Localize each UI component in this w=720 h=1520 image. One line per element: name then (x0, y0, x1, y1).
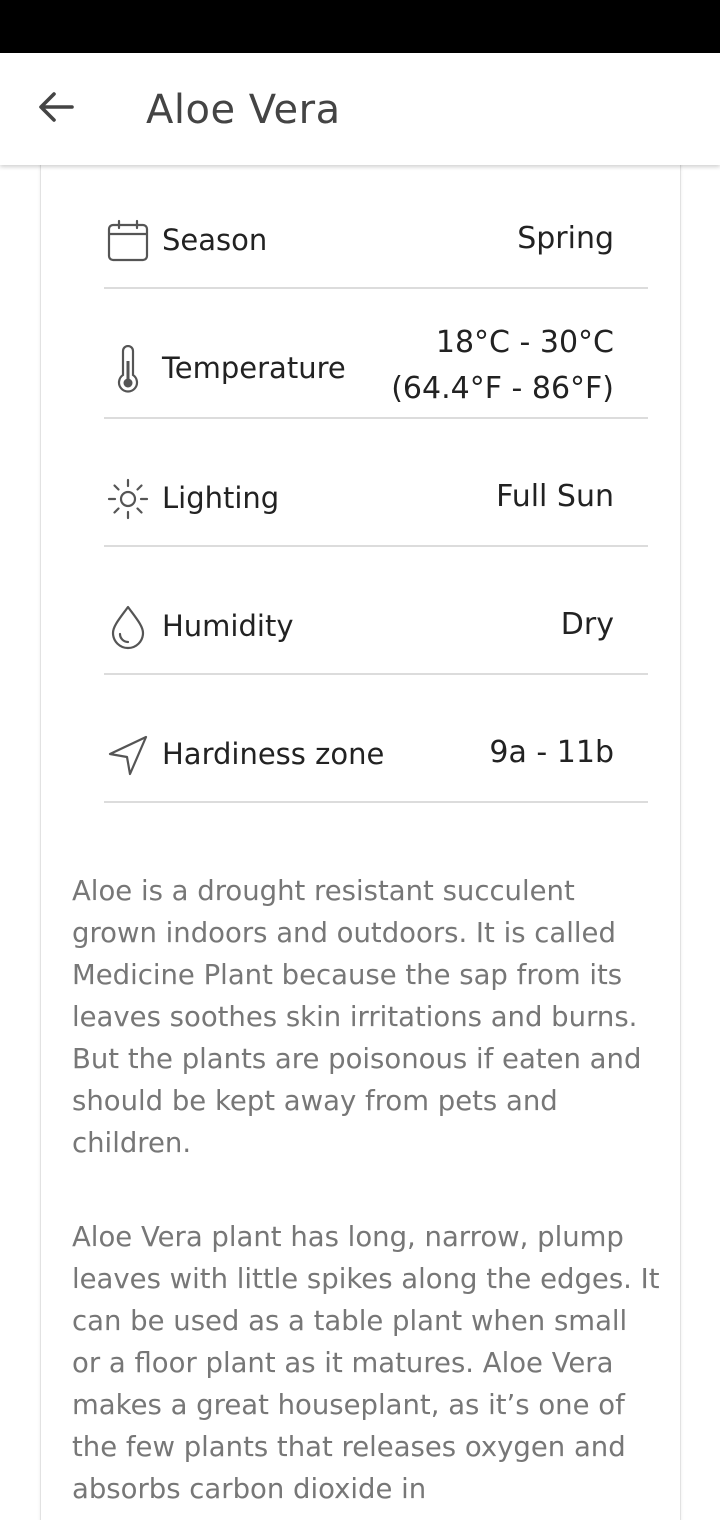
detail-row-season: Season Spring (104, 195, 648, 289)
thermometer-icon (104, 345, 152, 393)
calendar-icon (104, 217, 152, 265)
description-paragraph-2: Aloe Vera plant has long, narrow, plump … (72, 1221, 660, 1505)
arrow-left-icon (36, 87, 76, 132)
app-bar: Aloe Vera (0, 53, 720, 165)
detail-label: Hardiness zone (162, 737, 385, 771)
detail-label: Lighting (162, 481, 280, 515)
detail-value-fahrenheit: (64.4°F - 86°F) (391, 371, 614, 406)
detail-value: Dry (560, 607, 614, 642)
water-drop-icon (104, 603, 152, 651)
detail-label: Temperature (162, 351, 346, 385)
detail-value-celsius: 18°C - 30°C (435, 325, 614, 360)
page-title: Aloe Vera (146, 87, 341, 133)
sun-icon (104, 475, 152, 523)
detail-row-humidity: Humidity Dry (104, 547, 648, 675)
detail-label: Humidity (162, 609, 294, 643)
status-bar (0, 0, 720, 53)
detail-value: Full Sun (496, 479, 614, 514)
detail-row-lighting: Lighting Full Sun (104, 419, 648, 547)
detail-label: Season (162, 223, 268, 257)
detail-value: Spring (517, 221, 614, 256)
detail-row-hardiness-zone: Hardiness zone 9a - 11b (104, 675, 648, 803)
detail-value: 9a - 11b (489, 735, 614, 770)
detail-row-temperature: Temperature 18°C - 30°C (64.4°F - 86°F) (104, 289, 648, 419)
navigation-arrow-icon (104, 731, 152, 779)
back-button[interactable] (26, 85, 86, 133)
description-paragraph-1: Aloe is a drought resistant succulent gr… (72, 875, 642, 1159)
